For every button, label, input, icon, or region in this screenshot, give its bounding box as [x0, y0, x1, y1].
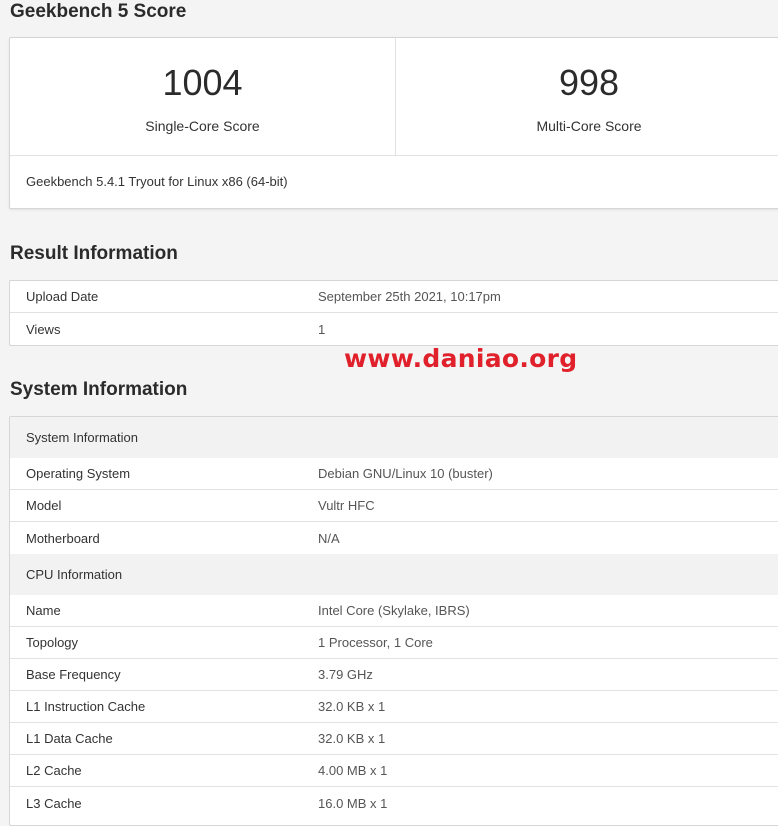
row-key: Model — [26, 498, 62, 513]
row-value: 32.0 KB x 1 — [318, 731, 386, 746]
result-table: Upload Date September 25th 2021, 10:17pm… — [9, 280, 778, 346]
multi-core-score-label: Multi-Core Score — [536, 118, 642, 134]
row-value: 1 — [318, 321, 326, 337]
table-row: L3 Cache 16.0 MB x 1 — [10, 787, 778, 819]
table-row: L1 Data Cache 32.0 KB x 1 — [10, 723, 778, 755]
system-table: System Information Operating System Debi… — [9, 416, 778, 826]
row-key: Operating System — [26, 466, 131, 481]
table-row: L2 Cache 4.00 MB x 1 — [10, 755, 778, 787]
result-section-title: Result Information — [10, 243, 178, 264]
single-core-score-cell: 1004 Single-Core Score — [10, 38, 396, 155]
row-value: 16.0 MB x 1 — [318, 795, 388, 811]
row-value: Vultr HFC — [318, 498, 375, 513]
table-row: Model Vultr HFC — [10, 490, 778, 522]
table-row: Base Frequency 3.79 GHz — [10, 659, 778, 691]
row-value: N/A — [318, 530, 340, 546]
system-section-title: System Information — [10, 379, 188, 400]
row-value: Intel Core (Skylake, IBRS) — [318, 603, 470, 618]
score-row: 1004 Single-Core Score 998 Multi-Core Sc… — [10, 38, 778, 156]
row-key: Base Frequency — [26, 667, 121, 682]
multi-core-score-cell: 998 Multi-Core Score — [396, 38, 778, 155]
row-key: L1 Instruction Cache — [26, 699, 146, 714]
row-value: 1 Processor, 1 Core — [318, 635, 433, 650]
table-row: Name Intel Core (Skylake, IBRS) — [10, 595, 778, 627]
score-card: 1004 Single-Core Score 998 Multi-Core Sc… — [9, 37, 778, 209]
group-header-cpu: CPU Information — [10, 554, 778, 595]
row-key: Views — [26, 321, 61, 337]
row-value: 4.00 MB x 1 — [318, 763, 388, 778]
row-value: Debian GNU/Linux 10 (buster) — [318, 466, 493, 481]
row-value: September 25th 2021, 10:17pm — [318, 289, 501, 304]
watermark-text: www.daniao.org — [344, 344, 578, 373]
table-row: L1 Instruction Cache 32.0 KB x 1 — [10, 691, 778, 723]
multi-core-score-value: 998 — [558, 62, 620, 103]
score-section-title: Geekbench 5 Score — [10, 1, 187, 22]
group-header-system: System Information — [10, 417, 778, 458]
table-row: Topology 1 Processor, 1 Core — [10, 627, 778, 659]
table-row: Views 1 — [10, 313, 778, 345]
single-core-score-label: Single-Core Score — [145, 118, 260, 134]
row-key: Motherboard — [26, 530, 100, 546]
table-row: Motherboard N/A — [10, 522, 778, 554]
row-value: 3.79 GHz — [318, 667, 373, 682]
row-value: 32.0 KB x 1 — [318, 699, 386, 714]
geekbench-version: Geekbench 5.4.1 Tryout for Linux x86 (64… — [26, 174, 288, 189]
table-row: Upload Date September 25th 2021, 10:17pm — [10, 281, 778, 313]
row-key: Topology — [26, 635, 79, 650]
row-key: L1 Data Cache — [26, 731, 113, 746]
row-key: L3 Cache — [26, 795, 82, 811]
row-key: Upload Date — [26, 289, 99, 304]
row-key: L2 Cache — [26, 763, 82, 778]
single-core-score-value: 1004 — [162, 62, 243, 103]
table-row: Operating System Debian GNU/Linux 10 (bu… — [10, 458, 778, 490]
row-key: Name — [26, 603, 61, 618]
